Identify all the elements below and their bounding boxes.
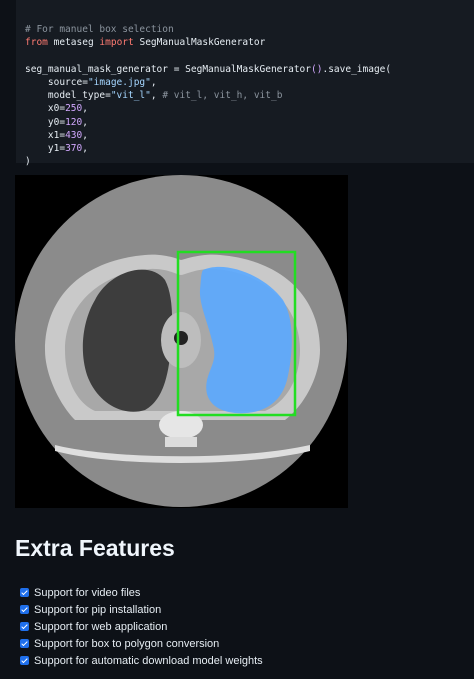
feature-item: Support for web application bbox=[20, 618, 263, 635]
ct-scan-image bbox=[15, 175, 348, 508]
feature-label: Support for web application bbox=[34, 620, 168, 633]
code-y0-key: y0= bbox=[47, 116, 66, 128]
code-x0-key: x0= bbox=[47, 103, 66, 115]
feature-label: Support for pip installation bbox=[34, 603, 162, 616]
code-import-name: SegManualMaskGenerator bbox=[139, 37, 266, 49]
checked-checkbox-icon[interactable] bbox=[20, 605, 29, 614]
code-x1-val: 430 bbox=[65, 129, 83, 141]
code-arg-model-val: "vit_l" bbox=[110, 90, 151, 102]
code-arg-model-comment: # vit_l, vit_h, vit_b bbox=[162, 90, 283, 102]
checked-checkbox-icon[interactable] bbox=[20, 656, 29, 665]
checked-checkbox-icon[interactable] bbox=[20, 639, 29, 648]
feature-label: Support for box to polygon conversion bbox=[34, 637, 220, 650]
code-comment: # For manuel box selection bbox=[25, 24, 174, 36]
feature-list: Support for video files Support for pip … bbox=[20, 584, 263, 669]
feature-item: Support for pip installation bbox=[20, 601, 263, 618]
code-class-name: SegManualMaskGenerator bbox=[185, 63, 312, 75]
code-import-keyword: import bbox=[99, 37, 134, 49]
code-arg-source-key: source= bbox=[47, 76, 88, 88]
code-y1-val: 370 bbox=[65, 142, 83, 154]
code-from-keyword: from bbox=[25, 37, 48, 49]
code-y1-key: y1= bbox=[47, 142, 66, 154]
code-close: ) bbox=[25, 156, 31, 168]
features-heading: Extra Features bbox=[15, 535, 175, 561]
code-block: # For manuel box selection from metaseg i… bbox=[16, 0, 474, 167]
feature-label: Support for automatic download model wei… bbox=[34, 654, 263, 667]
feature-item: Support for automatic download model wei… bbox=[20, 652, 263, 669]
code-arg-model-key: model_type= bbox=[47, 90, 111, 102]
code-assign-var: seg_manual_mask_generator bbox=[25, 63, 168, 75]
code-x0-val: 250 bbox=[65, 103, 83, 115]
checked-checkbox-icon[interactable] bbox=[20, 622, 29, 631]
ct-scan-svg bbox=[15, 175, 348, 508]
code-arg-source-val: "image.jpg" bbox=[87, 76, 151, 88]
spine-process bbox=[165, 437, 197, 447]
feature-item: Support for box to polygon conversion bbox=[20, 635, 263, 652]
code-method: .save_image( bbox=[322, 63, 392, 75]
code-module: metaseg bbox=[53, 37, 94, 49]
trachea bbox=[174, 331, 188, 345]
feature-item: Support for video files bbox=[20, 584, 263, 601]
code-y0-val: 120 bbox=[65, 116, 83, 128]
code-x1-key: x1= bbox=[47, 129, 66, 141]
feature-label: Support for video files bbox=[34, 586, 141, 599]
checked-checkbox-icon[interactable] bbox=[20, 588, 29, 597]
code-call-parens: () bbox=[311, 63, 323, 75]
code-assign-eq: = bbox=[168, 63, 186, 75]
